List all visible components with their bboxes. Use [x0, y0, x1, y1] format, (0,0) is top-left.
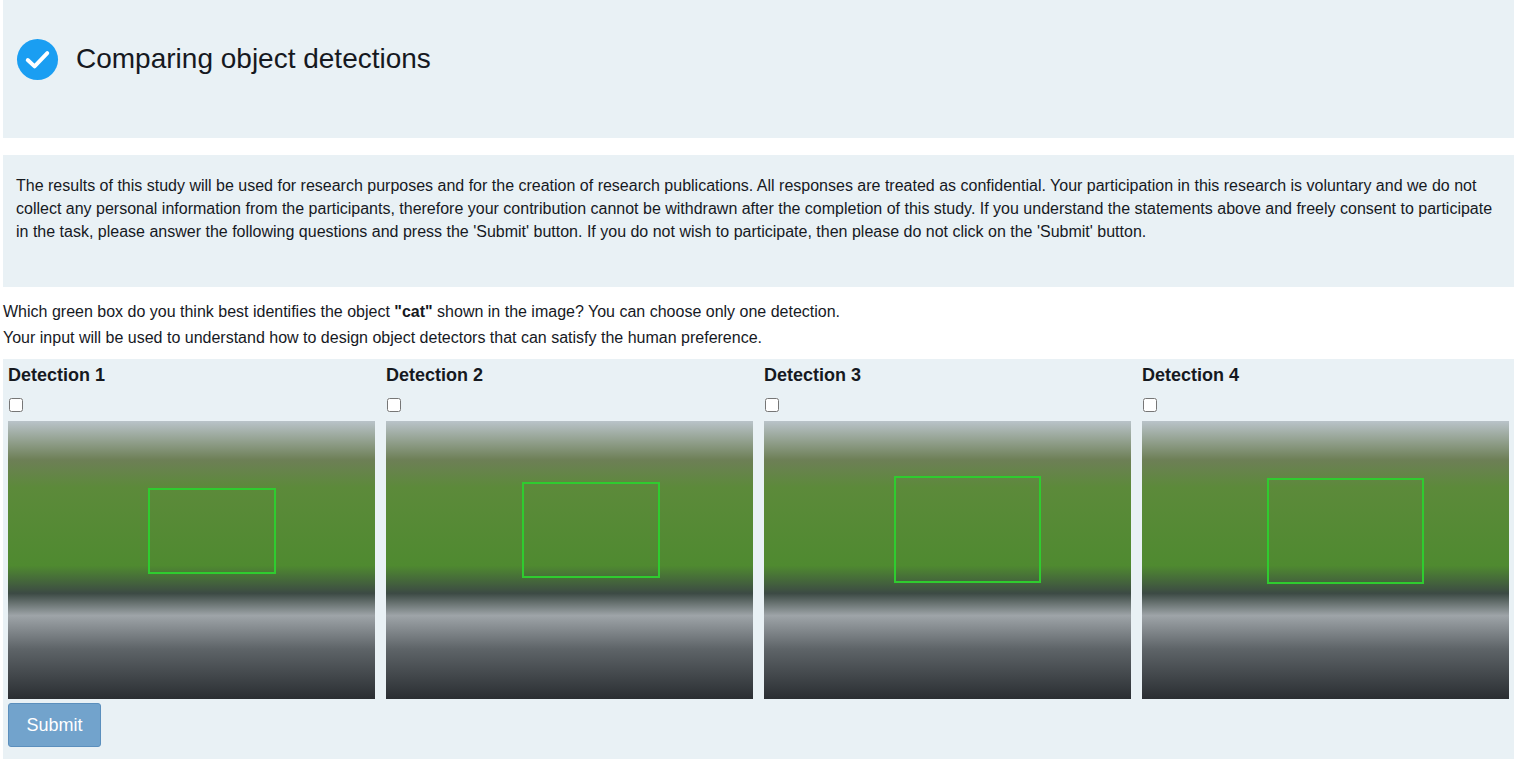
check-circle-icon	[16, 38, 59, 81]
detection-image[interactable]	[764, 421, 1131, 699]
detection-label: Detection 4	[1142, 362, 1239, 388]
bounding-box	[148, 488, 276, 574]
detection-checkbox[interactable]	[1143, 398, 1157, 412]
object-name: "cat"	[394, 303, 432, 320]
detection-label: Detection 1	[8, 362, 105, 388]
page: Comparing object detections The results …	[0, 0, 1517, 781]
detection-image[interactable]	[1142, 421, 1509, 699]
detection-image[interactable]	[8, 421, 375, 699]
bounding-box	[522, 482, 660, 578]
detection-label: Detection 2	[386, 362, 483, 388]
question: Which green box do you think best identi…	[3, 299, 1514, 351]
page-title: Comparing object detections	[76, 43, 431, 75]
bounding-box	[1267, 478, 1424, 584]
detection-option: Detection 1	[8, 362, 375, 699]
detections-panel: Detection 1 Detection 2 Detection 3 Dete…	[3, 359, 1514, 759]
bounding-box	[894, 476, 1041, 583]
header: Comparing object detections	[3, 0, 1514, 138]
detection-checkbox[interactable]	[387, 398, 401, 412]
detection-label: Detection 3	[764, 362, 861, 388]
detection-option: Detection 2	[386, 362, 753, 699]
question-note: Your input will be used to understand ho…	[3, 325, 1514, 351]
detection-checkbox[interactable]	[765, 398, 779, 412]
submit-button[interactable]: Submit	[8, 703, 101, 747]
question-text: Which green box do you think best identi…	[3, 299, 1514, 325]
detection-image[interactable]	[386, 421, 753, 699]
detection-option: Detection 4	[1142, 362, 1509, 699]
detection-option: Detection 3	[764, 362, 1131, 699]
consent-notice: The results of this study will be used f…	[3, 155, 1514, 287]
detection-checkbox[interactable]	[9, 398, 23, 412]
